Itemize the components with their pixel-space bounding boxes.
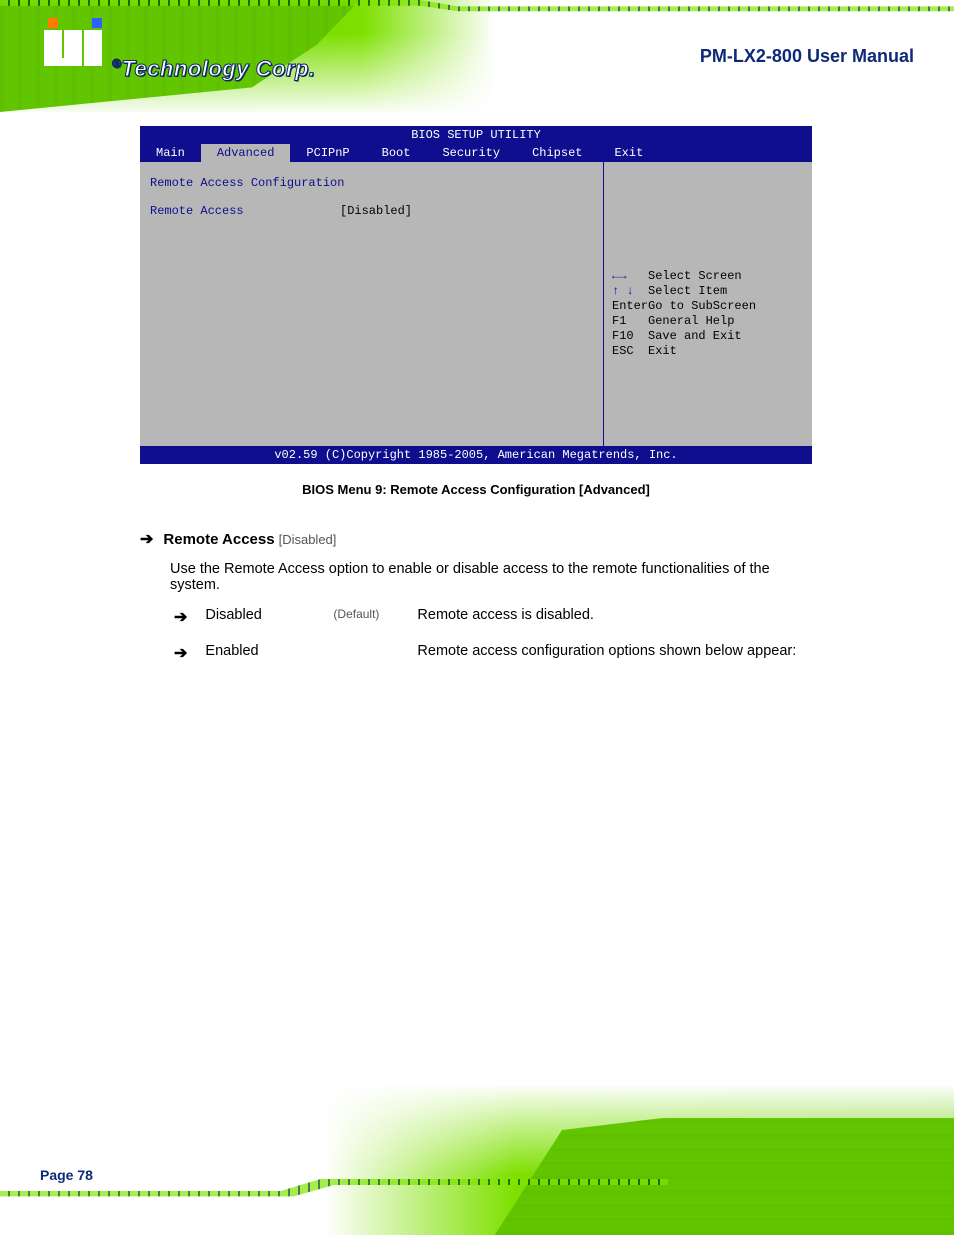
option-description: Use the Remote Access option to enable o… xyxy=(170,561,812,593)
page-number: Page 78 xyxy=(40,1167,93,1183)
bios-option-value: [Disabled] xyxy=(340,204,412,218)
page-content: BIOS SETUP UTILITY Main Advanced PCIPnP … xyxy=(140,126,812,679)
bios-title: BIOS SETUP UTILITY xyxy=(140,126,812,144)
key-label: General Help xyxy=(648,314,734,328)
default-tag xyxy=(333,643,417,663)
option-heading-title: Remote Access xyxy=(163,531,274,548)
tab-advanced[interactable]: Advanced xyxy=(201,144,291,162)
option-item-label: Enabled xyxy=(205,643,333,663)
arrow-right-icon: ➔ xyxy=(140,529,153,549)
key-f10: F10 Save and Exit xyxy=(612,329,804,343)
option-section: ➔ Remote Access [Disabled] Use the Remot… xyxy=(140,529,812,663)
tab-pcipnp[interactable]: PCIPnP xyxy=(290,144,365,162)
bios-help-panel: ←→ Select Screen ↑ ↓ Select Item Enter G… xyxy=(604,162,812,446)
option-item-text: Remote access configuration options show… xyxy=(417,643,812,663)
key-name: Enter xyxy=(612,299,642,313)
option-item-label: Disabled xyxy=(205,607,333,627)
key-f1: F1 General Help xyxy=(612,314,804,328)
brand-text: ®Technology Corp. xyxy=(112,56,316,82)
key-esc: ESC Exit xyxy=(612,344,804,358)
tab-exit[interactable]: Exit xyxy=(598,144,659,162)
option-item-disabled: ➔ Disabled (Default) Remote access is di… xyxy=(174,607,812,627)
key-label: Exit xyxy=(648,344,677,358)
bios-version-line: v02.59 (C)Copyright 1985-2005, American … xyxy=(140,446,812,464)
key-label: Select Item xyxy=(648,284,727,298)
key-select-screen: ←→ Select Screen xyxy=(612,269,804,283)
tab-chipset[interactable]: Chipset xyxy=(516,144,598,162)
bios-body: Remote Access Configuration Remote Acces… xyxy=(140,162,812,446)
key-name: F10 xyxy=(612,329,642,343)
option-item-enabled: ➔ Enabled Remote access configuration op… xyxy=(174,643,812,663)
option-heading-meta: [Disabled] xyxy=(279,532,337,547)
bios-option-row[interactable]: Remote Access [Disabled] xyxy=(150,204,593,218)
bios-tab-row: Main Advanced PCIPnP Boot Security Chips… xyxy=(140,144,812,162)
bios-panel-header: Remote Access Configuration xyxy=(150,176,593,190)
tab-boot[interactable]: Boot xyxy=(366,144,427,162)
tab-security[interactable]: Security xyxy=(426,144,516,162)
arrow-right-icon: ➔ xyxy=(174,643,187,663)
option-item-text: Remote access is disabled. xyxy=(417,607,812,627)
pcb-art-bottom xyxy=(394,1085,954,1235)
option-heading: ➔ Remote Access [Disabled] xyxy=(140,529,812,549)
key-name: ESC xyxy=(612,344,642,358)
footer-banner: Page 78 xyxy=(0,1085,954,1235)
tab-main[interactable]: Main xyxy=(140,144,201,162)
bios-left-panel: Remote Access Configuration Remote Acces… xyxy=(140,162,604,446)
document-title: PM-LX2-800 User Manual xyxy=(700,46,914,67)
key-select-item: ↑ ↓ Select Item xyxy=(612,284,804,298)
arrow-right-icon: ➔ xyxy=(174,607,187,627)
key-label: Select Screen xyxy=(648,269,742,283)
header-banner: ®Technology Corp. PM-LX2-800 User Manual xyxy=(0,0,954,112)
arrows-lr-icon: ←→ xyxy=(612,269,642,283)
key-label: Go to SubScreen xyxy=(648,299,756,313)
figure-caption: BIOS Menu 9: Remote Access Configuration… xyxy=(140,482,812,497)
default-tag: (Default) xyxy=(333,607,417,627)
key-label: Save and Exit xyxy=(648,329,742,343)
key-enter: Enter Go to SubScreen xyxy=(612,299,804,313)
bios-window: BIOS SETUP UTILITY Main Advanced PCIPnP … xyxy=(140,126,812,464)
iei-logo xyxy=(44,18,104,66)
bios-option-label: Remote Access xyxy=(150,204,340,218)
arrows-ud-icon: ↑ ↓ xyxy=(612,284,642,298)
key-name: F1 xyxy=(612,314,642,328)
